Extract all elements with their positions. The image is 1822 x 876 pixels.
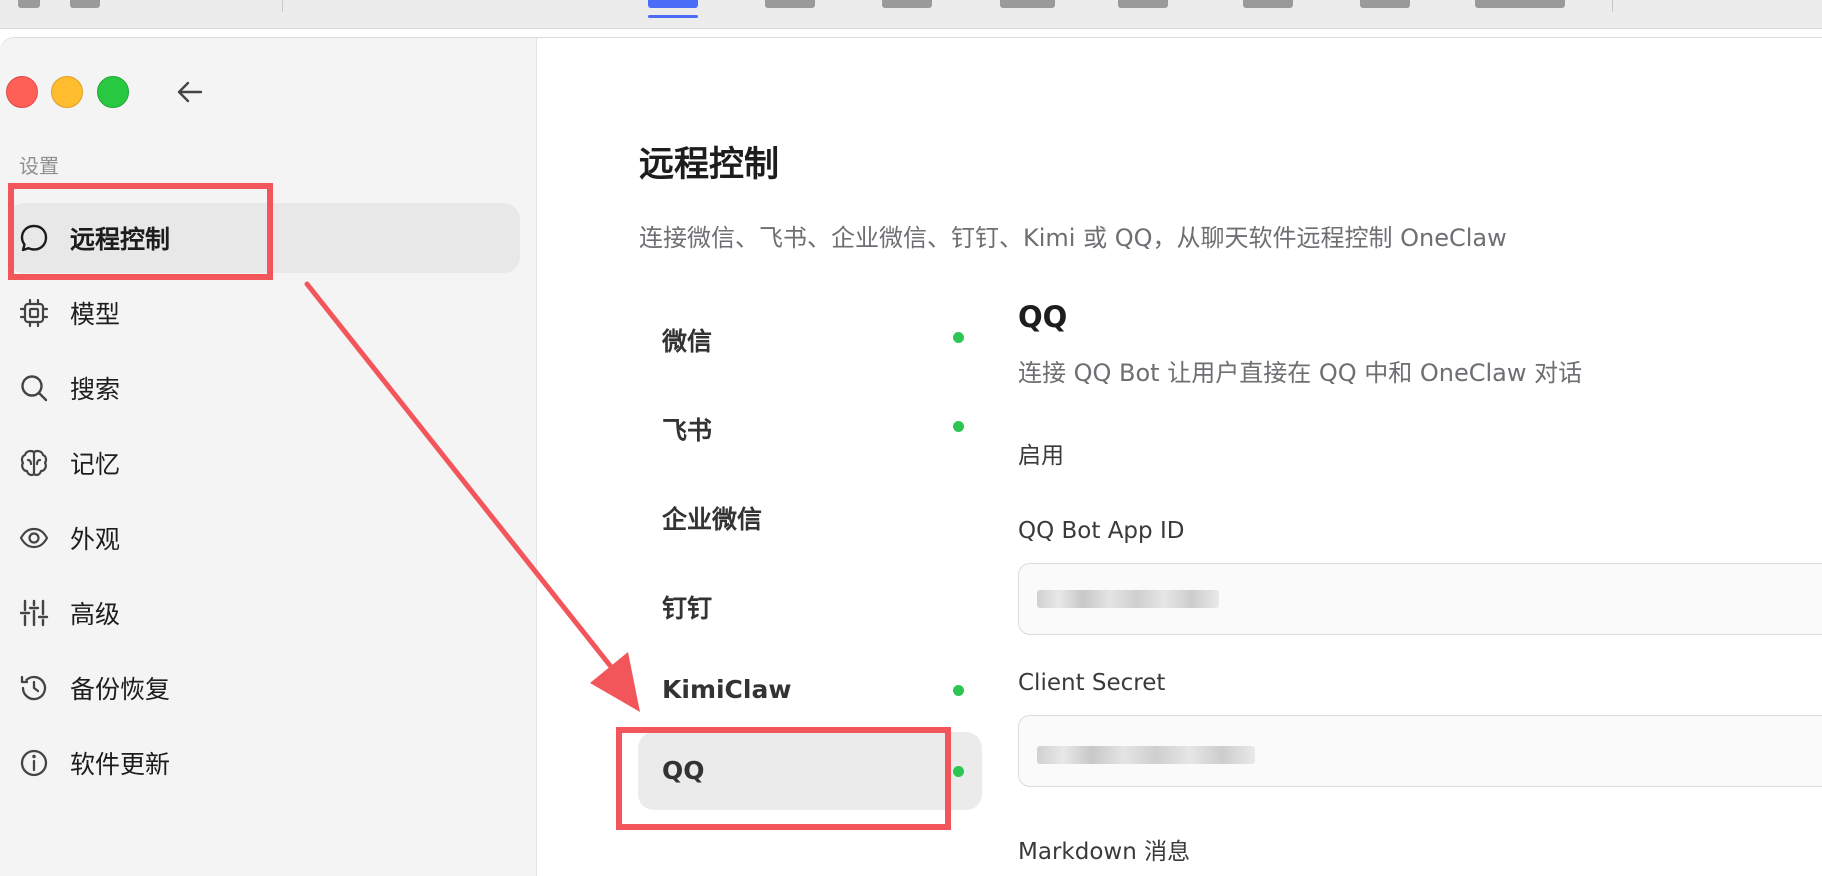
channel-label: 微信: [662, 327, 713, 356]
search-icon: [18, 372, 50, 404]
channel-item-kimiclaw[interactable]: KimiClaw: [638, 651, 982, 729]
toolbar-tab[interactable]: [1475, 0, 1565, 8]
toolbar-divider: [1612, 0, 1613, 12]
settings-sidebar: 设置 远程控制 模型 搜索 记忆 外观 高级 备份恢复 软件更新: [0, 38, 537, 876]
app-id-label: QQ Bot App ID: [1018, 518, 1185, 544]
channel-label: KimiClaw: [662, 675, 792, 704]
eye-icon: [18, 522, 50, 554]
redacted-value: [1037, 746, 1255, 764]
channel-item-dingtalk[interactable]: 钉钉: [638, 565, 982, 643]
status-dot: [953, 685, 964, 696]
sidebar-item-appearance[interactable]: 外观: [8, 503, 520, 573]
status-dot: [953, 332, 964, 343]
client-secret-field[interactable]: [1018, 715, 1822, 787]
sidebar-item-label: 高级: [70, 600, 121, 629]
sidebar-item-search[interactable]: 搜索: [8, 353, 520, 423]
sidebar-item-label: 模型: [70, 300, 121, 329]
sidebar-section-label: 设置: [19, 154, 59, 178]
channel-item-feishu[interactable]: 飞书: [638, 387, 982, 465]
sidebar-item-label: 搜索: [70, 375, 121, 404]
sidebar-item-label: 外观: [70, 525, 121, 554]
annotation-highlight-box: [616, 727, 951, 830]
page-title: 远程控制: [639, 145, 780, 185]
markdown-label: Markdown 消息: [1018, 839, 1191, 865]
client-secret-label: Client Secret: [1018, 670, 1166, 696]
toolbar-tab[interactable]: [882, 0, 932, 8]
sidebar-item-model[interactable]: 模型: [8, 278, 520, 348]
arrow-left-icon: [177, 81, 203, 103]
annotation-highlight-box: [8, 183, 273, 280]
toolbar-active-indicator: [648, 15, 698, 18]
toolbar-divider: [282, 0, 283, 12]
window-minimize-button[interactable]: [51, 76, 83, 108]
sidebar-item-label: 备份恢复: [70, 675, 171, 704]
sidebar-item-backup-restore[interactable]: 备份恢复: [8, 653, 520, 723]
toolbar-tab[interactable]: [648, 0, 698, 8]
window-zoom-button[interactable]: [97, 76, 129, 108]
page-description: 连接微信、飞书、企业微信、钉钉、Kimi 或 QQ，从聊天软件远程控制 OneC…: [639, 224, 1507, 252]
channel-item-wecom[interactable]: 企业微信: [638, 476, 982, 554]
toolbar-tab[interactable]: [1360, 0, 1410, 8]
sidebar-item-memory[interactable]: 记忆: [8, 428, 520, 498]
detail-title: QQ: [1018, 300, 1068, 334]
status-dot: [953, 421, 964, 432]
chip-icon: [18, 297, 50, 329]
sidebar-item-label: 记忆: [70, 450, 121, 479]
toolbar-tab[interactable]: [1243, 0, 1293, 8]
history-icon: [18, 672, 50, 704]
sidebar-item-label: 软件更新: [70, 750, 171, 779]
sidebar-item-software-update[interactable]: 软件更新: [8, 728, 520, 798]
redacted-value: [1037, 590, 1219, 608]
brain-icon: [18, 447, 50, 479]
back-button[interactable]: [174, 76, 206, 108]
channel-label: 飞书: [662, 416, 713, 445]
toolbar-tab[interactable]: [765, 0, 815, 8]
enable-label: 启用: [1018, 443, 1064, 469]
status-dot: [953, 766, 964, 777]
channel-label: 钉钉: [662, 594, 713, 623]
app-id-field[interactable]: [1018, 563, 1822, 635]
sliders-icon: [18, 597, 50, 629]
channel-item-wechat[interactable]: 微信: [638, 298, 982, 376]
toolbar-icon[interactable]: [18, 0, 40, 8]
info-icon: [18, 747, 50, 779]
toolbar-icon[interactable]: [70, 0, 100, 8]
channel-label: 企业微信: [662, 505, 763, 534]
sidebar-item-advanced[interactable]: 高级: [8, 578, 520, 648]
window-close-button[interactable]: [6, 76, 38, 108]
detail-description: 连接 QQ Bot 让用户直接在 QQ 中和 OneClaw 对话: [1018, 359, 1583, 387]
toolbar-tab[interactable]: [1000, 0, 1055, 8]
toolbar-tab[interactable]: [1118, 0, 1168, 8]
app-toolbar-strip: [0, 0, 1822, 29]
